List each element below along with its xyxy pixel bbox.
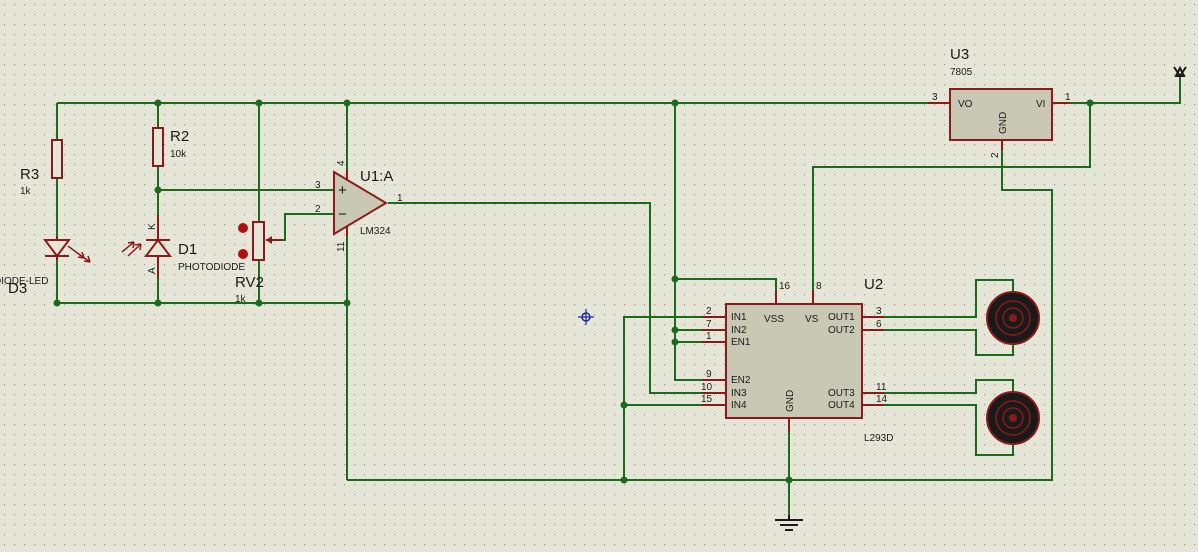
u3-pin-vo: VO [958,99,973,110]
grid-dots [0,0,1198,552]
u3-pin-vi: VI [1036,99,1045,110]
u2-pin-num: 15 [701,394,713,405]
rv2-value: 1k [235,294,247,305]
rv2-ref: RV2 [235,274,264,291]
u2-pin-name: OUT3 [828,388,855,399]
d1-ref: D1 [178,241,197,258]
u2-pin-name: EN1 [731,337,751,348]
u2-pin-num: 7 [706,319,712,330]
u2-pin-num: 10 [701,382,713,393]
d3-ref: D3 [8,280,27,297]
r3-ref: R3 [20,166,39,183]
r2-ref: R2 [170,128,189,145]
u2-pin-name: OUT1 [828,312,855,323]
schematic-canvas[interactable]: U3 7805 VO VI GND 3 1 2 R2 10k R3 1k DIO… [0,0,1198,552]
d1-pin-a: A [147,267,158,274]
u2-pin-name: OUT2 [828,325,855,336]
motor-icon[interactable] [986,291,1040,345]
u2-pin-name: IN1 [731,312,747,323]
u2-pin-name: IN4 [731,400,747,411]
r2-value: 10k [170,149,187,160]
u2-pin-name: VS [805,314,819,325]
u3-pin-num-gnd: 2 [990,152,1001,158]
u2-pin-num: 2 [706,306,712,317]
rv2-increment-button[interactable] [238,249,248,259]
u1-ref: U1:A [360,168,393,185]
u1-pin-vcc: 4 [336,160,347,166]
rv2-decrement-button[interactable] [238,223,248,233]
u2-pin-name: OUT4 [828,400,855,411]
u2-pin-num: 1 [706,331,712,342]
u2-pin-num: 6 [876,319,882,330]
u2-pin-num: 11 [876,382,887,393]
u1-minus-sign: − [338,206,347,223]
r3-value: 1k [20,186,32,197]
u3-pin-num-vi: 1 [1065,92,1071,103]
u1-pin-gnd: 11 [336,241,347,252]
u2-pin-name: EN2 [731,375,751,386]
u2-ref: U2 [864,276,883,293]
u2-pin-num: 14 [876,394,888,405]
u3-pin-gnd: GND [998,112,1009,134]
u2-pin-gnd: GND [785,390,796,412]
u1-plus-sign: + [338,182,347,199]
u3-value: 7805 [950,67,973,78]
u2-pin-num: 8 [816,281,822,292]
u3-ref: U3 [950,46,969,63]
u2-pin-name: VSS [764,314,784,325]
u3-pin-num-vo: 3 [932,92,938,103]
schematic-sheet[interactable]: U3 7805 VO VI GND 3 1 2 R2 10k R3 1k DIO… [0,0,1198,552]
u2-pin-num: 9 [706,369,712,380]
u2-pin-num: 3 [876,306,882,317]
u2-pin-num: 16 [779,281,791,292]
u1-pin-in-plus: 3 [315,180,321,191]
u2-pin-name: IN2 [731,325,747,336]
d1-value: PHOTODIODE [178,262,245,273]
u2-value: L293D [864,433,893,444]
u2-pin-name: IN3 [731,388,747,399]
motor-icon[interactable] [986,391,1040,445]
u1-value: LM324 [360,226,391,237]
u1-pin-out: 1 [397,193,403,204]
u1-pin-in-minus: 2 [315,204,321,215]
d1-pin-k: K [147,223,158,230]
